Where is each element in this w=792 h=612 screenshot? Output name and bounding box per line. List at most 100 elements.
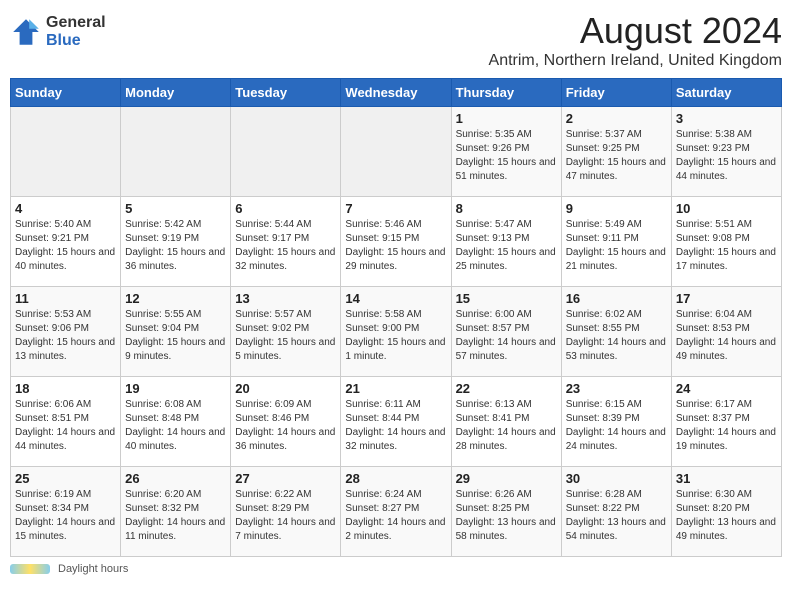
day-detail: Sunrise: 6:00 AM Sunset: 8:57 PM Dayligh…: [456, 308, 557, 364]
day-detail: Sunrise: 5:51 AM Sunset: 9:08 PM Dayligh…: [676, 218, 777, 274]
day-number: 8: [456, 201, 557, 216]
day-number: 23: [566, 381, 667, 396]
calendar-col-header: Monday: [121, 79, 231, 107]
calendar-week-row: 25Sunrise: 6:19 AM Sunset: 8:34 PM Dayli…: [11, 467, 782, 557]
calendar-cell: 21 Sunrise: 6:11 AM Sunset: 8:44 PM Dayli…: [341, 377, 451, 467]
day-detail: Sunrise: 5:38 AM Sunset: 9:23 PM Dayligh…: [676, 128, 777, 184]
calendar-cell: 6 Sunrise: 5:44 AM Sunset: 9:17 PM Daylig…: [231, 197, 341, 287]
day-number: 30: [566, 471, 667, 486]
calendar-cell: 8Sunrise: 5:47 AM Sunset: 9:13 PM Daylig…: [451, 197, 561, 287]
page-subtitle: Antrim, Northern Ireland, United Kingdom: [489, 52, 782, 70]
day-detail: Sunrise: 5:37 AM Sunset: 9:25 PM Dayligh…: [566, 128, 667, 184]
calendar-col-header: Thursday: [451, 79, 561, 107]
logo-icon: [10, 16, 42, 48]
calendar-cell: 26 Sunrise: 6:20 AM Sunset: 8:32 PM Dayli…: [121, 467, 231, 557]
day-number: 1: [456, 111, 557, 126]
calendar-cell: 11Sunrise: 5:53 AM Sunset: 9:06 PM Dayli…: [11, 287, 121, 377]
day-detail: Sunrise: 6:11 AM Sunset: 8:44 PM Dayligh…: [345, 398, 446, 454]
day-detail: Sunrise: 6:06 AM Sunset: 8:51 PM Dayligh…: [15, 398, 116, 454]
calendar-cell: 28 Sunrise: 6:24 AM Sunset: 8:27 PM Dayli…: [341, 467, 451, 557]
day-number: 10: [676, 201, 777, 216]
calendar-cell: 20 Sunrise: 6:09 AM Sunset: 8:46 PM Dayli…: [231, 377, 341, 467]
calendar-week-row: 1Sunrise: 5:35 AM Sunset: 9:26 PM Daylig…: [11, 107, 782, 197]
day-detail: Sunrise: 6:08 AM Sunset: 8:48 PM Dayligh…: [125, 398, 226, 454]
logo: General Blue: [10, 14, 106, 49]
day-detail: Sunrise: 6:28 AM Sunset: 8:22 PM Dayligh…: [566, 488, 667, 544]
day-number: 16: [566, 291, 667, 306]
day-detail: Sunrise: 5:42 AM Sunset: 9:19 PM Dayligh…: [125, 218, 226, 274]
calendar-header-row: SundayMondayTuesdayWednesdayThursdayFrid…: [11, 79, 782, 107]
day-detail: Sunrise: 6:19 AM Sunset: 8:34 PM Dayligh…: [15, 488, 116, 544]
calendar-cell: 22 Sunrise: 6:13 AM Sunset: 8:41 PM Dayli…: [451, 377, 561, 467]
day-number: 5: [125, 201, 226, 216]
day-number: 15: [456, 291, 557, 306]
day-number: 11: [15, 291, 116, 306]
calendar-cell: 13 Sunrise: 5:57 AM Sunset: 9:02 PM Dayli…: [231, 287, 341, 377]
calendar-cell: 19 Sunrise: 6:08 AM Sunset: 8:48 PM Dayli…: [121, 377, 231, 467]
page-header: General Blue August 2024 Antrim, Norther…: [10, 10, 782, 70]
calendar-cell: 24Sunrise: 6:17 AM Sunset: 8:37 PM Dayli…: [671, 377, 781, 467]
day-detail: Sunrise: 6:13 AM Sunset: 8:41 PM Dayligh…: [456, 398, 557, 454]
day-number: 2: [566, 111, 667, 126]
calendar-cell: 12Sunrise: 5:55 AM Sunset: 9:04 PM Dayli…: [121, 287, 231, 377]
calendar-cell: 3 Sunrise: 5:38 AM Sunset: 9:23 PM Daylig…: [671, 107, 781, 197]
calendar-col-header: Saturday: [671, 79, 781, 107]
day-detail: Sunrise: 5:49 AM Sunset: 9:11 PM Dayligh…: [566, 218, 667, 274]
calendar-cell: 17Sunrise: 6:04 AM Sunset: 8:53 PM Dayli…: [671, 287, 781, 377]
day-number: 6: [235, 201, 336, 216]
title-block: August 2024 Antrim, Northern Ireland, Un…: [489, 10, 782, 70]
day-number: 19: [125, 381, 226, 396]
calendar-cell: 7 Sunrise: 5:46 AM Sunset: 9:15 PM Daylig…: [341, 197, 451, 287]
day-number: 13: [235, 291, 336, 306]
day-number: 21: [345, 381, 446, 396]
day-detail: Sunrise: 5:40 AM Sunset: 9:21 PM Dayligh…: [15, 218, 116, 274]
day-detail: Sunrise: 5:58 AM Sunset: 9:00 PM Dayligh…: [345, 308, 446, 364]
day-number: 4: [15, 201, 116, 216]
footer: Daylight hours: [10, 563, 782, 575]
day-number: 27: [235, 471, 336, 486]
logo-blue: Blue: [46, 32, 106, 50]
day-number: 9: [566, 201, 667, 216]
calendar-table: SundayMondayTuesdayWednesdayThursdayFrid…: [10, 78, 782, 557]
day-detail: Sunrise: 5:44 AM Sunset: 9:17 PM Dayligh…: [235, 218, 336, 274]
day-number: 7: [345, 201, 446, 216]
calendar-cell: 14Sunrise: 5:58 AM Sunset: 9:00 PM Dayli…: [341, 287, 451, 377]
calendar-week-row: 11Sunrise: 5:53 AM Sunset: 9:06 PM Dayli…: [11, 287, 782, 377]
day-number: 3: [676, 111, 777, 126]
day-number: 20: [235, 381, 336, 396]
calendar-cell: 1Sunrise: 5:35 AM Sunset: 9:26 PM Daylig…: [451, 107, 561, 197]
calendar-col-header: Friday: [561, 79, 671, 107]
daylight-indicator: [10, 564, 50, 574]
calendar-cell: 9 Sunrise: 5:49 AM Sunset: 9:11 PM Daylig…: [561, 197, 671, 287]
day-detail: Sunrise: 6:24 AM Sunset: 8:27 PM Dayligh…: [345, 488, 446, 544]
daylight-label: Daylight hours: [58, 563, 128, 575]
day-detail: Sunrise: 6:17 AM Sunset: 8:37 PM Dayligh…: [676, 398, 777, 454]
day-detail: Sunrise: 5:46 AM Sunset: 9:15 PM Dayligh…: [345, 218, 446, 274]
calendar-week-row: 18 Sunrise: 6:06 AM Sunset: 8:51 PM Dayli…: [11, 377, 782, 467]
day-detail: Sunrise: 6:20 AM Sunset: 8:32 PM Dayligh…: [125, 488, 226, 544]
day-detail: Sunrise: 6:15 AM Sunset: 8:39 PM Dayligh…: [566, 398, 667, 454]
day-number: 22: [456, 381, 557, 396]
day-detail: Sunrise: 6:26 AM Sunset: 8:25 PM Dayligh…: [456, 488, 557, 544]
calendar-col-header: Tuesday: [231, 79, 341, 107]
calendar-cell: 30 Sunrise: 6:28 AM Sunset: 8:22 PM Dayli…: [561, 467, 671, 557]
calendar-cell: 18 Sunrise: 6:06 AM Sunset: 8:51 PM Dayli…: [11, 377, 121, 467]
day-detail: Sunrise: 5:57 AM Sunset: 9:02 PM Dayligh…: [235, 308, 336, 364]
day-detail: Sunrise: 6:30 AM Sunset: 8:20 PM Dayligh…: [676, 488, 777, 544]
day-number: 26: [125, 471, 226, 486]
calendar-cell: 25Sunrise: 6:19 AM Sunset: 8:34 PM Dayli…: [11, 467, 121, 557]
calendar-cell: 23 Sunrise: 6:15 AM Sunset: 8:39 PM Dayli…: [561, 377, 671, 467]
day-detail: Sunrise: 6:09 AM Sunset: 8:46 PM Dayligh…: [235, 398, 336, 454]
calendar-cell: 5 Sunrise: 5:42 AM Sunset: 9:19 PM Daylig…: [121, 197, 231, 287]
day-detail: Sunrise: 6:22 AM Sunset: 8:29 PM Dayligh…: [235, 488, 336, 544]
calendar-week-row: 4 Sunrise: 5:40 AM Sunset: 9:21 PM Daylig…: [11, 197, 782, 287]
day-detail: Sunrise: 6:02 AM Sunset: 8:55 PM Dayligh…: [566, 308, 667, 364]
day-number: 17: [676, 291, 777, 306]
calendar-cell: [121, 107, 231, 197]
calendar-cell: 29Sunrise: 6:26 AM Sunset: 8:25 PM Dayli…: [451, 467, 561, 557]
day-number: 18: [15, 381, 116, 396]
calendar-col-header: Sunday: [11, 79, 121, 107]
day-number: 28: [345, 471, 446, 486]
calendar-cell: [231, 107, 341, 197]
calendar-col-header: Wednesday: [341, 79, 451, 107]
